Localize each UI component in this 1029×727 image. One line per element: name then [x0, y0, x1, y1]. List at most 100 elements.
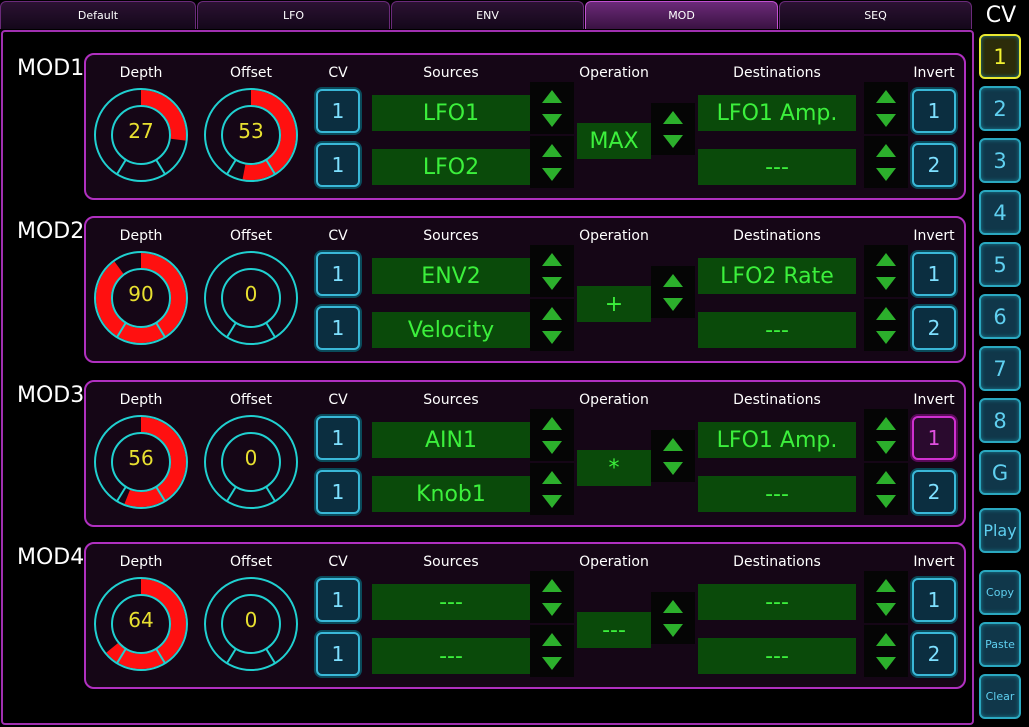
arrow-up-icon[interactable] — [876, 633, 896, 646]
source-field[interactable]: Velocity — [372, 312, 530, 348]
arrow-up-icon[interactable] — [542, 471, 562, 484]
arrow-down-icon[interactable] — [542, 495, 562, 508]
offset-knob[interactable]: 0 — [203, 250, 299, 346]
destination-field[interactable]: --- — [698, 638, 856, 674]
sidebar-button-cv-1[interactable]: 1 — [979, 34, 1021, 79]
invert-button[interactable]: 2 — [912, 632, 956, 676]
arrow-up-icon[interactable] — [542, 417, 562, 430]
tab-lfo[interactable]: LFO — [197, 1, 390, 29]
offset-knob[interactable]: 0 — [203, 414, 299, 510]
arrow-down-icon[interactable] — [542, 603, 562, 616]
arrow-up-icon[interactable] — [876, 471, 896, 484]
source-field[interactable]: ENV2 — [372, 258, 530, 294]
tab-default[interactable]: Default — [0, 1, 196, 29]
arrow-down-icon[interactable] — [663, 624, 683, 637]
invert-button[interactable]: 1 — [912, 252, 956, 296]
arrow-down-icon[interactable] — [542, 657, 562, 670]
arrow-up-icon[interactable] — [542, 253, 562, 266]
arrow-up-icon[interactable] — [663, 274, 683, 287]
arrow-up-icon[interactable] — [542, 579, 562, 592]
arrow-down-icon[interactable] — [876, 168, 896, 181]
cv-button[interactable]: 1 — [316, 143, 360, 187]
tab-mod[interactable]: MOD — [585, 1, 778, 29]
cv-button[interactable]: 1 — [316, 252, 360, 296]
source-field[interactable]: --- — [372, 638, 530, 674]
arrow-up-icon[interactable] — [876, 144, 896, 157]
cv-button[interactable]: 1 — [316, 416, 360, 460]
sidebar-button-cv-4[interactable]: 4 — [979, 190, 1021, 235]
depth-knob[interactable]: 56 — [93, 414, 189, 510]
arrow-up-icon[interactable] — [542, 633, 562, 646]
depth-knob[interactable]: 27 — [93, 87, 189, 183]
arrow-down-icon[interactable] — [542, 331, 562, 344]
invert-button[interactable]: 1 — [912, 89, 956, 133]
tab-seq[interactable]: SEQ — [779, 1, 972, 29]
arrow-down-icon[interactable] — [542, 441, 562, 454]
sidebar-button-copy[interactable]: Copy — [979, 570, 1021, 615]
source-field[interactable]: AIN1 — [372, 422, 530, 458]
invert-button[interactable]: 2 — [912, 306, 956, 350]
operation-field[interactable]: MAX — [577, 123, 651, 159]
depth-knob[interactable]: 90 — [93, 250, 189, 346]
offset-knob[interactable]: 53 — [203, 87, 299, 183]
sidebar-button-paste[interactable]: Paste — [979, 622, 1021, 667]
arrow-up-icon[interactable] — [876, 253, 896, 266]
arrow-down-icon[interactable] — [663, 298, 683, 311]
arrow-down-icon[interactable] — [876, 603, 896, 616]
arrow-down-icon[interactable] — [876, 331, 896, 344]
arrow-down-icon[interactable] — [542, 114, 562, 127]
tab-env[interactable]: ENV — [391, 1, 584, 29]
arrow-up-icon[interactable] — [663, 438, 683, 451]
operation-field[interactable]: * — [577, 450, 651, 486]
arrow-up-icon[interactable] — [876, 307, 896, 320]
source-field[interactable]: Knob1 — [372, 476, 530, 512]
cv-button[interactable]: 1 — [316, 632, 360, 676]
sidebar-button-cv-6[interactable]: 6 — [979, 294, 1021, 339]
destination-field[interactable]: --- — [698, 312, 856, 348]
arrow-up-icon[interactable] — [876, 90, 896, 103]
invert-button[interactable]: 1 — [912, 578, 956, 622]
arrow-down-icon[interactable] — [542, 277, 562, 290]
destination-field[interactable]: --- — [698, 584, 856, 620]
arrow-up-icon[interactable] — [542, 307, 562, 320]
destination-field[interactable]: --- — [698, 149, 856, 185]
source-field[interactable]: --- — [372, 584, 530, 620]
arrow-up-icon[interactable] — [876, 417, 896, 430]
operation-field[interactable]: --- — [577, 612, 651, 648]
source-field[interactable]: LFO2 — [372, 149, 530, 185]
arrow-down-icon[interactable] — [876, 441, 896, 454]
destination-field[interactable]: LFO1 Amp. — [698, 422, 856, 458]
arrow-up-icon[interactable] — [663, 600, 683, 613]
cv-button[interactable]: 1 — [316, 89, 360, 133]
cv-button[interactable]: 1 — [316, 470, 360, 514]
invert-button[interactable]: 2 — [912, 470, 956, 514]
sidebar-button-cv-3[interactable]: 3 — [979, 138, 1021, 183]
depth-knob[interactable]: 64 — [93, 576, 189, 672]
arrow-down-icon[interactable] — [876, 657, 896, 670]
invert-button[interactable]: 1 — [912, 416, 956, 460]
sidebar-button-play[interactable]: Play — [979, 508, 1021, 553]
arrow-down-icon[interactable] — [663, 462, 683, 475]
sidebar-button-clear[interactable]: Clear — [979, 674, 1021, 719]
arrow-down-icon[interactable] — [876, 495, 896, 508]
arrow-down-icon[interactable] — [663, 135, 683, 148]
sidebar-button-cv-7[interactable]: 7 — [979, 346, 1021, 391]
source-field[interactable]: LFO1 — [372, 95, 530, 131]
arrow-up-icon[interactable] — [542, 90, 562, 103]
arrow-down-icon[interactable] — [876, 277, 896, 290]
cv-button[interactable]: 1 — [316, 578, 360, 622]
arrow-up-icon[interactable] — [542, 144, 562, 157]
destination-field[interactable]: LFO1 Amp. — [698, 95, 856, 131]
arrow-down-icon[interactable] — [542, 168, 562, 181]
arrow-down-icon[interactable] — [876, 114, 896, 127]
sidebar-button-cv-g[interactable]: G — [979, 450, 1021, 495]
offset-knob[interactable]: 0 — [203, 576, 299, 672]
arrow-up-icon[interactable] — [876, 579, 896, 592]
cv-button[interactable]: 1 — [316, 306, 360, 350]
sidebar-button-cv-2[interactable]: 2 — [979, 86, 1021, 131]
destination-field[interactable]: LFO2 Rate — [698, 258, 856, 294]
destination-field[interactable]: --- — [698, 476, 856, 512]
arrow-up-icon[interactable] — [663, 111, 683, 124]
operation-field[interactable]: + — [577, 286, 651, 322]
sidebar-button-cv-8[interactable]: 8 — [979, 398, 1021, 443]
